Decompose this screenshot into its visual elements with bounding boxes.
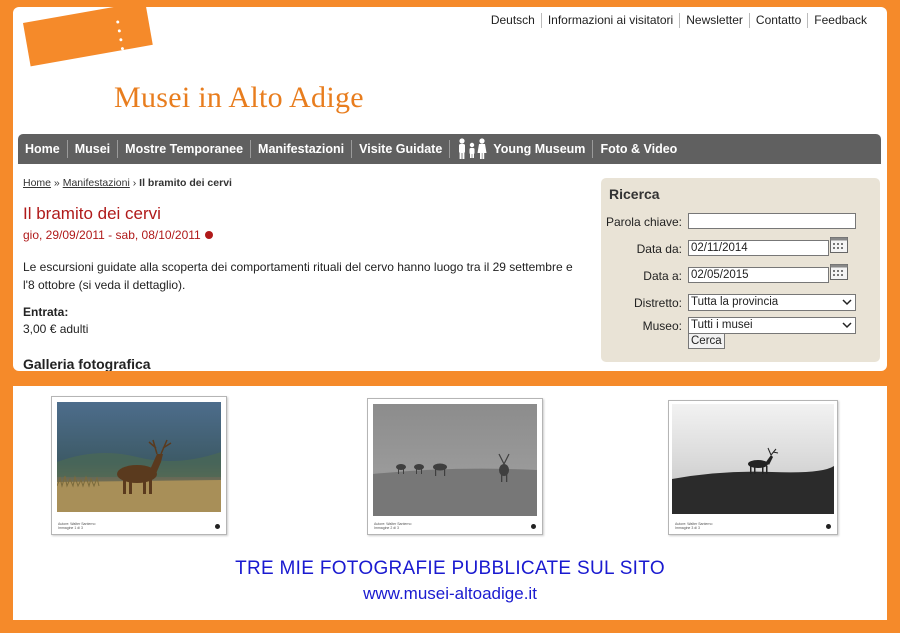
link-newsletter[interactable]: Newsletter [679, 13, 749, 28]
date-to-input[interactable]: 02/05/2015 [688, 267, 829, 283]
museum-label: Museo: [642, 319, 682, 333]
calendar-icon[interactable] [830, 264, 848, 280]
link-deutsch[interactable]: Deutsch [485, 13, 541, 28]
link-visitor-info[interactable]: Informazioni ai visitatori [540, 13, 679, 28]
caption-url: www.musei-altoadige.it [363, 584, 537, 603]
date-from-input[interactable]: 02/11/2014 [688, 240, 829, 256]
nav-young-museum[interactable]: Young Museum [450, 138, 594, 160]
page-title: Il bramito dei cervi [23, 204, 161, 223]
event-description: Le escursioni guidate alla scoperta dei … [23, 260, 573, 292]
nav-young-museum-label: Young Museum [493, 142, 586, 156]
entrance-price: 3,00 € adulti [23, 322, 89, 336]
photo-fog-image [373, 404, 537, 516]
nav-mostre-temporanee[interactable]: Mostre Temporanee [118, 140, 252, 158]
district-selected: Tutta la provincia [691, 296, 779, 308]
breadcrumb-home[interactable]: Home [23, 177, 51, 189]
keyword-row: Parola chiave: [601, 213, 880, 231]
museum-selected: Tutti i musei [691, 319, 753, 331]
photo-stags-fog[interactable]: Autore: Walter Santerno Immagine 2 di 3 [367, 398, 543, 535]
nav-home[interactable]: Home [18, 140, 68, 158]
webpage-screenshot: Deutsch Informazioni ai visitatori Newsl… [13, 7, 887, 371]
search-button[interactable]: Cerca [688, 333, 725, 349]
museum-select[interactable]: Tutti i musei [688, 317, 856, 334]
keyword-label: Parola chiave: [605, 215, 682, 229]
calendar-icon[interactable] [830, 237, 848, 253]
nav-manifestazioni[interactable]: Manifestazioni [251, 140, 353, 158]
logo-ticket-icon[interactable] [23, 7, 153, 67]
chevron-down-icon [842, 299, 852, 306]
chevron-down-icon [842, 322, 852, 329]
main-navigation: Home Musei Mostre Temporanee Manifestazi… [18, 134, 881, 164]
family-icon [457, 138, 487, 160]
photo-stag-meadow[interactable]: Autore: Walter Santerno Immagine 1 di 3 [51, 396, 227, 535]
link-contact[interactable]: Contatto [748, 13, 807, 28]
nav-visite-guidate[interactable]: Visite Guidate [352, 140, 451, 158]
gallery-heading: Galleria fotografica [23, 356, 151, 371]
search-panel: Ricerca Parola chiave: Data da: 02/11/20… [601, 178, 880, 362]
photo-showcase: Autore: Walter Santerno Immagine 1 di 3 A… [13, 386, 887, 620]
date-to-label: Data a: [643, 269, 682, 283]
top-links: Deutsch Informazioni ai visitatori Newsl… [485, 13, 873, 28]
site-title[interactable]: Musei in Alto Adige [114, 81, 364, 115]
date-from-row: Data da: 02/11/2014 [601, 237, 880, 258]
info-icon[interactable] [204, 231, 213, 239]
breadcrumb-current: Il bramito dei cervi [139, 177, 232, 189]
event-date: gio, 29/09/2011 - sab, 08/10/2011 [23, 228, 213, 242]
nav-foto-video[interactable]: Foto & Video [593, 140, 684, 158]
caption-title: TRE MIE FOTOGRAFIE PUBBLICATE SUL SITO [235, 558, 665, 579]
keyword-input[interactable] [688, 213, 856, 229]
nav-musei[interactable]: Musei [68, 140, 119, 158]
entrance-label: Entrata: [23, 305, 69, 319]
district-row: Distretto: Tutta la provincia [601, 294, 880, 312]
museum-row: Museo: Tutti i musei [601, 317, 880, 335]
photo-stag-image [57, 402, 221, 512]
date-to-row: Data a: 02/05/2015 [601, 264, 880, 285]
link-feedback[interactable]: Feedback [807, 13, 873, 28]
district-select[interactable]: Tutta la provincia [688, 294, 856, 311]
event-date-text: gio, 29/09/2011 - sab, 08/10/2011 [23, 228, 201, 242]
photo-stag-silhouette[interactable]: Autore: Walter Santerno Immagine 3 di 3 [668, 400, 838, 535]
search-title: Ricerca [609, 186, 660, 202]
breadcrumb: Home » Manifestazioni › Il bramito dei c… [23, 177, 232, 189]
date-from-label: Data da: [636, 242, 682, 256]
photo-silhouette-image [672, 404, 834, 514]
breadcrumb-section[interactable]: Manifestazioni [63, 177, 130, 189]
district-label: Distretto: [633, 296, 682, 310]
